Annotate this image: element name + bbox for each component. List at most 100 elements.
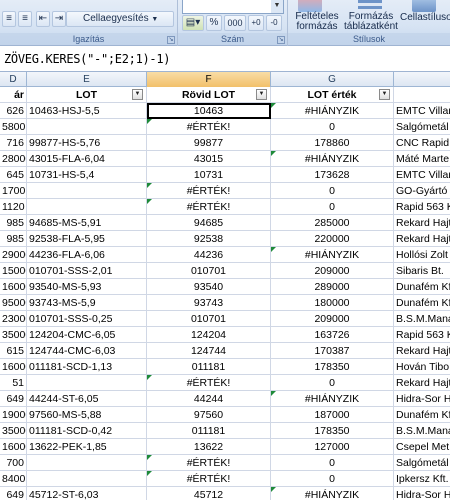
price-cell[interactable]: 649 [0,487,27,500]
thousands-separator-button[interactable]: 000 [224,15,246,31]
lot-cell[interactable]: 10731-HS-5,4 [27,167,147,183]
partner-cell[interactable]: Dunafém Kf [394,407,450,423]
lot-cell[interactable] [27,471,147,487]
align-center-button[interactable]: ≡ [18,11,32,27]
price-cell[interactable]: 716 [0,135,27,151]
lot-value-cell[interactable]: #HIÁNYZIK [271,247,394,263]
lot-value-cell[interactable]: 178350 [271,359,394,375]
partner-cell[interactable]: Rapid 563 K [394,199,450,215]
partner-cell[interactable]: Salgómetál [394,455,450,471]
short-lot-cell[interactable]: #ÉRTÉK! [147,119,271,135]
short-lot-cell[interactable]: 010701 [147,263,271,279]
price-cell[interactable]: 16000 [0,439,27,455]
partner-cell[interactable]: Rapid 563 K [394,327,450,343]
lot-value-cell[interactable]: #HIÁNYZIK [271,151,394,167]
short-lot-cell[interactable]: 97560 [147,407,271,423]
lot-value-cell[interactable]: 209000 [271,263,394,279]
lot-cell[interactable]: 97560-MS-5,88 [27,407,147,423]
short-lot-cell[interactable]: 124204 [147,327,271,343]
short-lot-cell[interactable]: 93743 [147,295,271,311]
lot-cell[interactable]: 010701-SSS-2,01 [27,263,147,279]
short-lot-cell[interactable]: #ÉRTÉK! [147,471,271,487]
lot-cell[interactable]: 45712-ST-6,03 [27,487,147,500]
number-launcher-icon[interactable]: ↘ [277,36,285,44]
short-lot-cell[interactable]: 93540 [147,279,271,295]
lot-value-cell[interactable]: 163726 [271,327,394,343]
price-cell[interactable]: 645 [0,167,27,183]
partner-cell[interactable]: EMTC Villan [394,103,450,119]
partner-cell[interactable]: Rekard Hajt [394,375,450,391]
number-format-combo[interactable]: ▼ [182,0,284,14]
short-lot-cell[interactable]: 43015 [147,151,271,167]
filter-dropdown-icon[interactable]: ▼ [132,89,143,100]
lot-cell[interactable]: 43015-FLA-6,04 [27,151,147,167]
column-header-f[interactable]: F [147,72,271,87]
price-cell[interactable]: 29000 [0,247,27,263]
short-lot-cell[interactable]: 92538 [147,231,271,247]
currency-button[interactable]: ▤▾ [182,15,204,31]
lot-cell[interactable]: 92538-FLA-5,95 [27,231,147,247]
format-as-table-button[interactable]: Formázás táblázatként [344,12,398,32]
lot-cell[interactable]: 124204-CMC-6,05 [27,327,147,343]
lot-value-cell[interactable]: 173628 [271,167,394,183]
short-lot-cell[interactable]: 13622 [147,439,271,455]
merge-cells-button[interactable]: Cellaegyesítés ▼ [66,11,174,27]
column-header-d[interactable]: D [0,72,27,87]
short-lot-cell[interactable]: 99877 [147,135,271,151]
lot-value-cell[interactable]: 0 [271,471,394,487]
alignment-launcher-icon[interactable]: ↘ [167,36,175,44]
column-header-e[interactable]: E [27,72,147,87]
short-lot-cell[interactable]: 011181 [147,423,271,439]
conditional-formatting-button[interactable]: Feltételes formázás [290,12,344,32]
price-cell[interactable]: 5800 [0,119,27,135]
partner-cell[interactable]: CNC Rapid K [394,135,450,151]
price-cell[interactable]: 16000 [0,279,27,295]
lot-value-cell[interactable]: 289000 [271,279,394,295]
price-cell[interactable]: 626 [0,103,27,119]
lot-cell[interactable]: 93743-MS-5,9 [27,295,147,311]
short-lot-cell[interactable]: 10463 [147,103,271,119]
header-cell-price[interactable]: ár [0,87,27,103]
short-lot-cell[interactable]: 44236 [147,247,271,263]
price-cell[interactable]: 985 [0,231,27,247]
lot-cell[interactable]: 011181-SCD-1,13 [27,359,147,375]
lot-cell[interactable] [27,375,147,391]
lot-value-cell[interactable]: 127000 [271,439,394,455]
decrease-indent-button[interactable]: ⇤ [36,11,50,27]
partner-cell[interactable]: Rekard Hajt [394,231,450,247]
percent-button[interactable]: % [206,15,222,31]
cell-styles-button[interactable]: Cellastílusok [400,12,450,23]
price-cell[interactable]: 1120 [0,199,27,215]
header-cell-short-lot[interactable]: Rövid LOT ▼ [147,87,271,103]
lot-cell[interactable]: 011181-SCD-0,42 [27,423,147,439]
price-cell[interactable]: 35000 [0,327,27,343]
short-lot-cell[interactable]: 94685 [147,215,271,231]
price-cell[interactable]: 16000 [0,359,27,375]
partner-cell[interactable]: Hollósi Zolt [394,247,450,263]
lot-value-cell[interactable]: 178860 [271,135,394,151]
partner-cell[interactable]: Sibaris Bt. [394,263,450,279]
lot-value-cell[interactable]: 170387 [271,343,394,359]
partner-cell[interactable]: Rekard Hajt [394,215,450,231]
partner-cell[interactable]: Rekard Hajt [394,343,450,359]
partner-cell[interactable]: B.S.M.Mana [394,311,450,327]
lot-value-cell[interactable]: #HIÁNYZIK [271,391,394,407]
column-header-g[interactable]: G [271,72,394,87]
short-lot-cell[interactable]: 124744 [147,343,271,359]
formula-bar[interactable]: ZÖVEG.KERES("-";E2;1)-1) [0,46,450,72]
price-cell[interactable]: 35000 [0,423,27,439]
partner-cell[interactable]: Hidra-Sor H [394,391,450,407]
lot-cell[interactable]: 10463-HSJ-5,5 [27,103,147,119]
partner-cell[interactable]: Hován Tibo [394,359,450,375]
chevron-down-icon[interactable]: ▼ [271,0,283,13]
price-cell[interactable]: 95000 [0,295,27,311]
price-cell[interactable]: 19000 [0,407,27,423]
lot-value-cell[interactable]: 178350 [271,423,394,439]
price-cell[interactable]: 700 [0,455,27,471]
price-cell[interactable]: 28000 [0,151,27,167]
lot-value-cell[interactable]: 0 [271,199,394,215]
short-lot-cell[interactable]: #ÉRTÉK! [147,375,271,391]
lot-value-cell[interactable]: 180000 [271,295,394,311]
short-lot-cell[interactable]: #ÉRTÉK! [147,199,271,215]
header-cell-lot[interactable]: LOT ▼ [27,87,147,103]
